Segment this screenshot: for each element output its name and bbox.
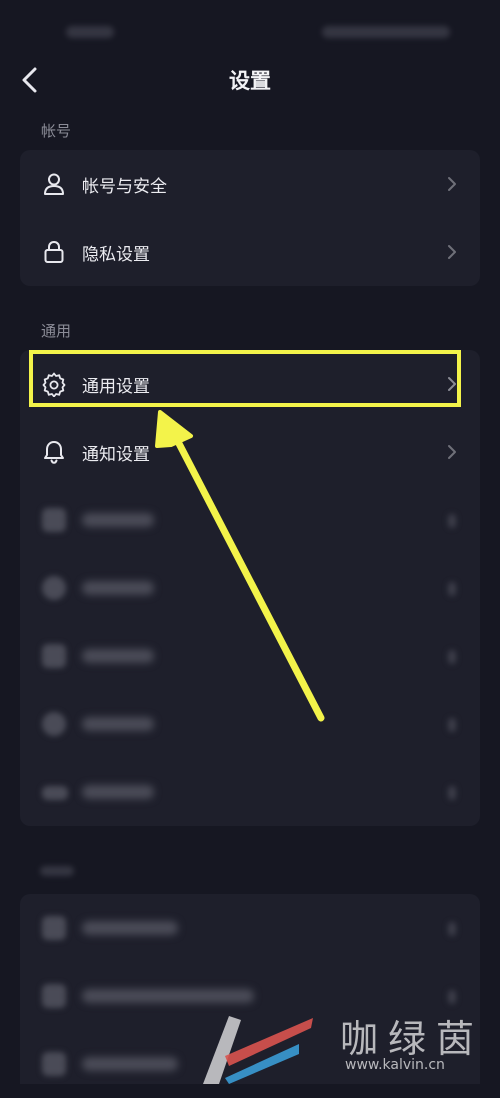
section-label-general: 通用 [41, 322, 72, 340]
account-security-row[interactable]: 帐号与安全 [20, 150, 480, 218]
blurred-chevron [448, 786, 456, 800]
blurred-icon [42, 644, 66, 668]
blurred-text [82, 581, 154, 595]
account-security-label: 帐号与安全 [82, 177, 167, 197]
notification-settings-label: 通知设置 [82, 445, 150, 465]
user-icon [44, 173, 64, 195]
blurred-row[interactable] [20, 622, 480, 690]
chevron-right-icon [448, 445, 456, 459]
blurred-icon [42, 576, 66, 600]
chevron-right-icon [448, 245, 456, 259]
watermark-logo [203, 1016, 313, 1084]
header: 设置 [0, 55, 500, 105]
blurred-chevron [448, 514, 456, 528]
watermark-brand: 咖绿茵 [340, 1017, 485, 1061]
account-card: 帐号与安全 隐私设置 [20, 150, 480, 286]
blurred-icon [42, 1052, 66, 1076]
blurred-text [82, 513, 154, 527]
blurred-row[interactable] [20, 554, 480, 622]
blurred-text [82, 717, 154, 731]
blurred-icon [42, 508, 66, 532]
blurred-chevron [448, 718, 456, 732]
chevron-right-icon [448, 177, 456, 191]
blurred-icon [42, 984, 66, 1008]
highlight-box [29, 350, 461, 407]
privacy-row[interactable]: 隐私设置 [20, 218, 480, 286]
watermark: 咖绿茵 www.kalvin.cn [195, 1000, 500, 1084]
blurred-text [82, 649, 154, 663]
blurred-row[interactable] [20, 758, 480, 826]
blurred-row[interactable] [20, 486, 480, 554]
blurred-text [82, 1057, 178, 1071]
notification-settings-row[interactable]: 通知设置 [20, 418, 480, 486]
lock-icon [44, 240, 64, 263]
blurred-icon [42, 916, 66, 940]
general-card: 通用设置 通知设置 [20, 350, 480, 826]
blurred-row[interactable] [20, 690, 480, 758]
blurred-text [82, 921, 178, 935]
blurred-chevron [448, 582, 456, 596]
status-bar [0, 0, 500, 60]
section-label-account: 帐号 [41, 122, 72, 140]
blurred-icon [42, 712, 66, 736]
blurred-text [82, 785, 154, 799]
blurred-icon [42, 786, 68, 800]
blurred-chevron [448, 922, 456, 936]
status-time-blurred [66, 26, 114, 38]
page-title: 设置 [229, 69, 271, 93]
blurred-section-label [40, 866, 74, 876]
watermark-url: www.kalvin.cn [345, 1057, 445, 1073]
privacy-label: 隐私设置 [82, 245, 150, 265]
bell-icon [44, 441, 64, 464]
blurred-row[interactable] [20, 894, 480, 962]
status-icons-blurred [322, 26, 450, 38]
blurred-chevron [448, 650, 456, 664]
